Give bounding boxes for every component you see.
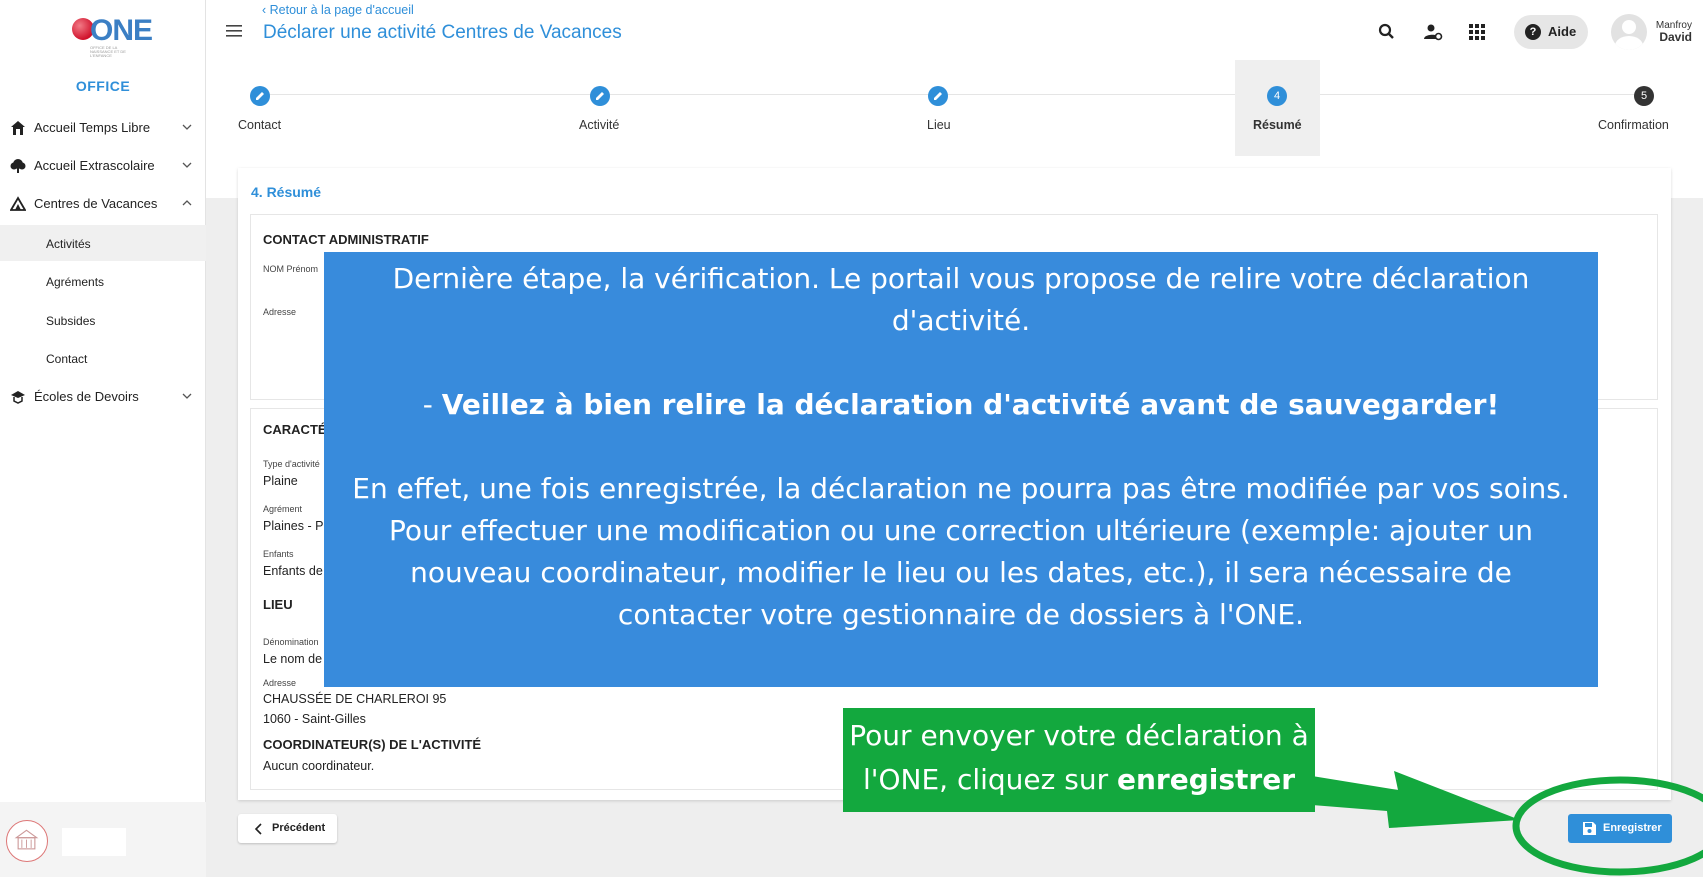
chevron-left-icon — [254, 823, 262, 835]
tree-icon — [10, 159, 26, 173]
tutorial-paragraph-2: - Veillez à bien relire la déclaration d… — [324, 384, 1598, 426]
tent-icon — [10, 196, 26, 211]
step-contact[interactable]: Contact — [206, 60, 316, 156]
type-value: Plaine — [263, 474, 298, 488]
type-label: Type d'activité — [263, 459, 320, 469]
nom-label: NOM Prénom — [263, 264, 319, 274]
denomination-label: Dénomination — [263, 637, 319, 647]
sidebar-item-label: Écoles de Devoirs — [34, 389, 139, 404]
hint-line-2-prefix: l'ONE, cliquez sur — [862, 763, 1117, 796]
chevron-up-icon — [182, 200, 192, 206]
hamburger-menu-icon[interactable] — [226, 25, 242, 37]
help-icon: ? — [1525, 24, 1541, 40]
sidebar-subitem-activites[interactable]: Activités — [0, 225, 206, 261]
denomination-value: Le nom de — [263, 652, 323, 666]
avatar[interactable] — [1611, 14, 1647, 50]
save-icon — [1583, 822, 1596, 835]
user-settings-icon[interactable] — [1423, 22, 1443, 42]
chevron-left-icon: ‹ — [262, 3, 270, 17]
step-label: Activité — [579, 118, 620, 132]
previous-button[interactable]: Précédent — [238, 814, 337, 843]
hint-line-2: l'ONE, cliquez sur enregistrer — [843, 758, 1315, 802]
logo-tagline: OFFICE DE LA NAISSANCE ET DE L'ENFANCE — [90, 45, 126, 58]
coordinateurs-header: COORDINATEUR(S) DE L'ACTIVITÉ — [263, 737, 482, 752]
agrement-label: Agrément — [263, 504, 303, 514]
back-to-home-link[interactable]: ‹ Retour à la page d'accueil — [262, 3, 414, 17]
step-number: 4 — [1267, 86, 1287, 106]
building-badge-icon — [6, 820, 48, 862]
apps-grid-icon[interactable] — [1467, 22, 1487, 42]
school-icon — [11, 391, 25, 404]
back-link-label: Retour à la page d'accueil — [269, 3, 414, 17]
sidebar-item-label: Centres de Vacances — [34, 196, 158, 211]
step-confirmation[interactable]: 5 Confirmation — [1586, 60, 1703, 156]
sidebar-subitem-label: Agréments — [46, 275, 105, 289]
lieu-header: LIEU — [263, 597, 293, 612]
enfants-label: Enfants — [263, 549, 294, 559]
sidebar-subitem-subsides[interactable]: Subsides — [0, 302, 206, 338]
sidebar-item-accueil-temps-libre[interactable]: Accueil Temps Libre — [0, 110, 206, 146]
adresse-label: Adresse — [263, 307, 297, 317]
pencil-icon — [590, 86, 610, 106]
tutorial-paragraph-2-prefix: - — [422, 388, 442, 421]
step-label: Lieu — [927, 118, 951, 132]
chevron-down-icon — [182, 124, 192, 130]
chevron-down-icon — [182, 393, 192, 399]
step-number: 5 — [1634, 86, 1654, 106]
previous-button-label: Précédent — [272, 822, 326, 834]
sidebar-item-label: Accueil Temps Libre — [34, 120, 151, 135]
tutorial-paragraph-3: En effet, une fois enregistrée, la décla… — [352, 472, 1570, 631]
lieu-adresse-line1: CHAUSSÉE DE CHARLEROI 95 — [263, 692, 447, 706]
pencil-icon — [928, 86, 948, 106]
coordinateurs-value: Aucun coordinateur. — [263, 759, 375, 773]
pencil-icon — [250, 86, 270, 106]
save-hint-callout: Pour envoyer votre déclaration à l'ONE, … — [843, 708, 1315, 812]
lieu-adresse-label: Adresse — [263, 678, 297, 688]
sidebar-item-ecoles-de-devoirs[interactable]: Écoles de Devoirs — [0, 379, 206, 415]
step-label: Confirmation — [1598, 118, 1669, 132]
summary-title: 4. Résumé — [251, 184, 322, 200]
sidebar-item-label: Accueil Extrascolaire — [34, 158, 155, 173]
help-button[interactable]: ? Aide — [1514, 15, 1588, 49]
top-header: ‹ Retour à la page d'accueil Déclarer un… — [206, 0, 1703, 60]
save-button[interactable]: Enregistrer — [1568, 814, 1672, 843]
lieu-adresse-line2: 1060 - Saint-Gilles — [263, 712, 366, 726]
sidebar-subitem-contact[interactable]: Contact — [0, 340, 206, 376]
tutorial-paragraph-1: Dernière étape, la vérification. Le port… — [392, 262, 1530, 337]
agrement-value: Plaines - P — [263, 519, 324, 533]
tutorial-overlay: Dernière étape, la vérification. Le port… — [324, 252, 1598, 687]
house-icon — [11, 121, 25, 135]
tutorial-paragraph-2-bold: Veillez à bien relire la déclaration d'a… — [441, 388, 1500, 421]
sidebar-item-accueil-extrascolaire[interactable]: Accueil Extrascolaire — [0, 148, 206, 184]
save-button-label: Enregistrer — [1603, 822, 1662, 834]
sidebar: ONE OFFICE DE LA NAISSANCE ET DE L'ENFAN… — [0, 0, 206, 877]
one-logo[interactable]: ONE OFFICE DE LA NAISSANCE ET DE L'ENFAN… — [68, 14, 153, 58]
caracteristiques-header: CARACTÉ — [263, 422, 327, 437]
step-lieu[interactable]: Lieu — [886, 60, 1006, 156]
step-label: Résumé — [1253, 118, 1302, 132]
chevron-down-icon — [182, 162, 192, 168]
step-resume[interactable]: 4 Résumé — [1235, 60, 1320, 156]
sidebar-subitem-label: Subsides — [46, 314, 96, 328]
step-activite[interactable]: Activité — [546, 60, 666, 156]
hint-line-2-bold: enregistrer — [1116, 763, 1296, 796]
sidebar-subitem-label: Activités — [46, 237, 91, 251]
office-label: OFFICE — [75, 78, 131, 94]
step-label: Contact — [238, 118, 282, 132]
sidebar-subitem-agrements[interactable]: Agréments — [0, 263, 206, 299]
footer-placeholder — [62, 828, 126, 856]
sidebar-subitem-label: Contact — [46, 352, 88, 366]
user-last-name: David — [1659, 30, 1692, 44]
search-icon[interactable] — [1377, 22, 1397, 42]
contact-header: CONTACT ADMINISTRATIF — [263, 232, 429, 247]
sidebar-item-centres-de-vacances[interactable]: Centres de Vacances — [0, 186, 206, 222]
page-title: Déclarer une activité Centres de Vacance… — [263, 22, 622, 43]
hint-line-1: Pour envoyer votre déclaration à — [849, 719, 1309, 752]
help-button-label: Aide — [1548, 24, 1577, 39]
logo-text: ONE — [90, 14, 153, 47]
enfants-value: Enfants de — [263, 564, 323, 578]
